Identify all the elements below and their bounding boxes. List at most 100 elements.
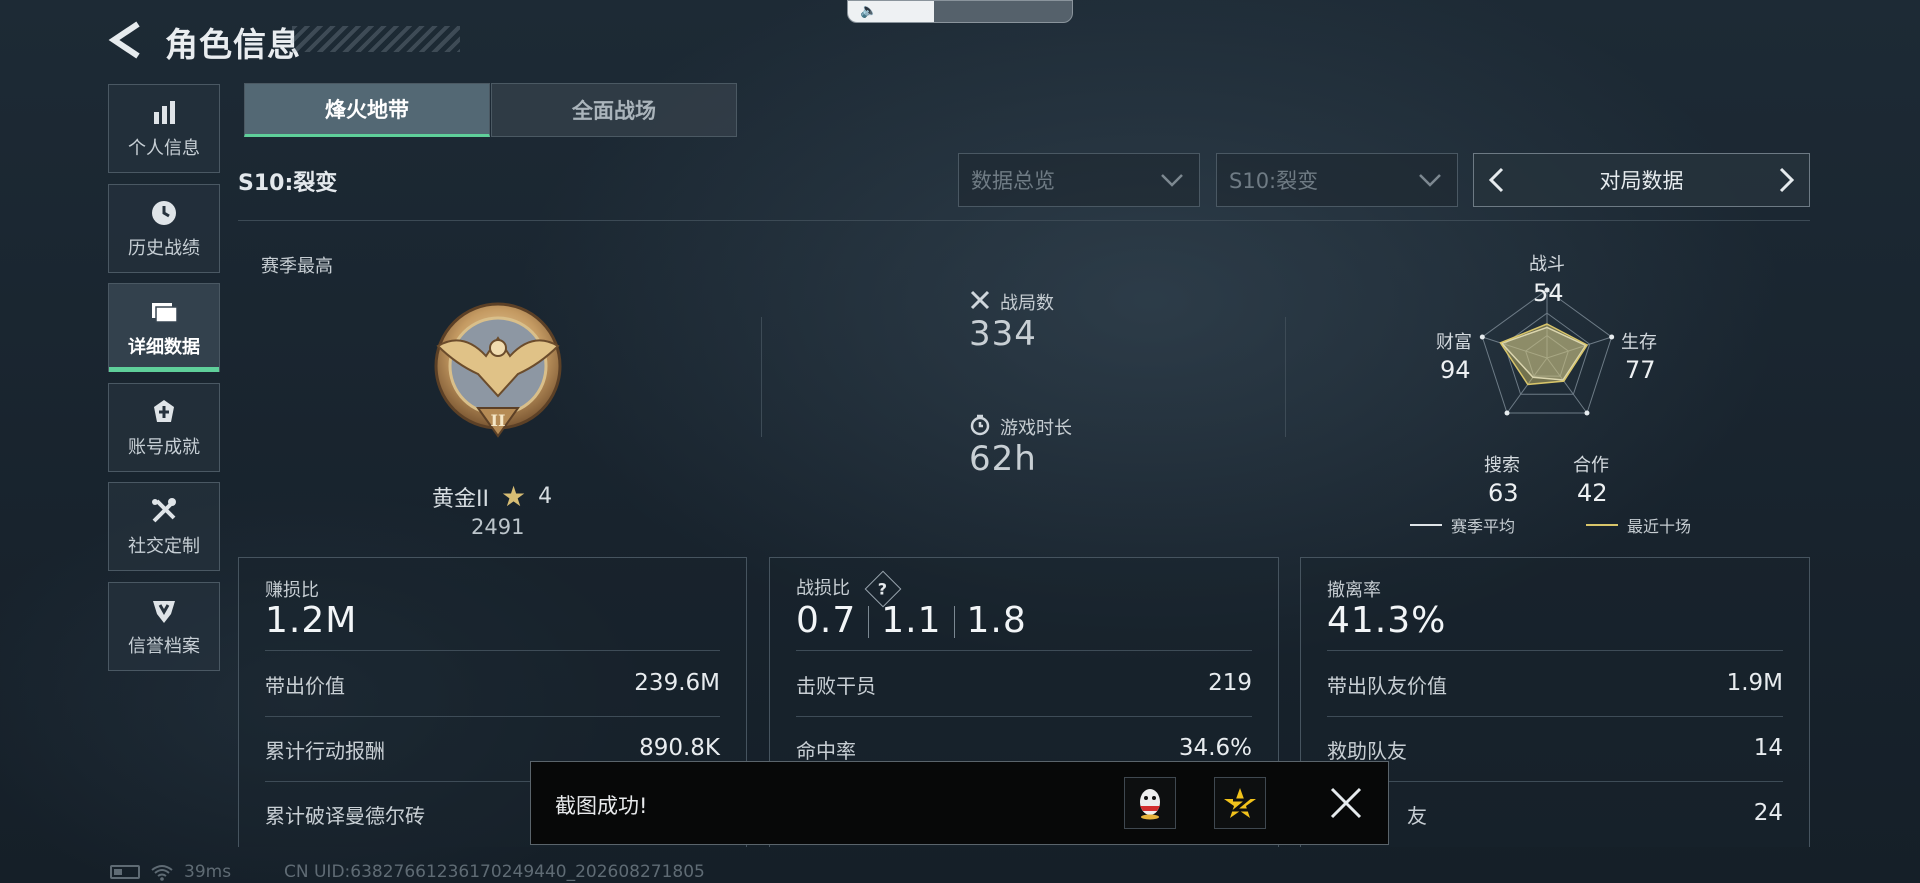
star-icon: ★ xyxy=(500,480,527,513)
status-bar: 39ms xyxy=(110,862,231,882)
tools-icon xyxy=(152,497,176,522)
chevron-right-icon[interactable] xyxy=(1773,167,1799,193)
back-arrow-icon[interactable] xyxy=(108,20,144,60)
radar-vertex xyxy=(1584,410,1590,416)
page-title: 角色信息 xyxy=(165,25,301,64)
season-dropdown[interactable]: S10:裂变 xyxy=(1216,153,1458,207)
radar-vertex xyxy=(1609,334,1615,340)
rank-stars: 4 xyxy=(538,484,553,509)
sidebar-item-history[interactable]: 历史战绩 xyxy=(108,184,220,273)
tab-hazard-zone[interactable]: 烽火地带 xyxy=(244,83,490,137)
card-title: 战损比 xyxy=(796,578,850,599)
divider xyxy=(1327,716,1783,717)
match-data-label: 对局数据 xyxy=(1599,169,1684,193)
crossed-swords-icon xyxy=(970,290,990,310)
wifi-icon xyxy=(151,865,173,881)
playtime-label: 游戏时长 xyxy=(1000,418,1072,439)
divider xyxy=(1285,317,1286,437)
volume-indicator: 🔈 xyxy=(847,0,1073,23)
row-value: 219 xyxy=(1208,670,1252,696)
divider xyxy=(238,220,1810,221)
radar-axis-label: 战斗 xyxy=(1529,254,1565,275)
chevron-left-icon[interactable] xyxy=(1484,167,1510,193)
sidebar-item-credit[interactable]: 信誉档案 xyxy=(108,582,220,671)
row-value: 239.6M xyxy=(634,670,720,696)
radar-axis-label: 合作 xyxy=(1573,455,1609,476)
divider xyxy=(265,716,720,717)
legend-swatch-recent-ten xyxy=(1586,524,1618,526)
row-key: 带出价值 xyxy=(265,674,345,698)
row-value: 890.8K xyxy=(639,735,720,761)
dropdown-value: S10:裂变 xyxy=(1229,169,1319,193)
table-row: 救助队友 14 xyxy=(1327,735,1783,764)
card-title-row: 战损比 ? xyxy=(796,570,902,608)
row-key: 累计行动报酬 xyxy=(265,739,385,763)
kd-value: 1.8 xyxy=(966,600,1027,641)
match-data-selector[interactable]: 对局数据 xyxy=(1473,153,1810,207)
sidebar-item-achievements[interactable]: 账号成就 xyxy=(108,383,220,472)
card-title: 撤离率 xyxy=(1327,580,1381,601)
matches-value: 334 xyxy=(969,314,1037,354)
rank-name: 黄金II xyxy=(432,486,489,512)
stopwatch-icon xyxy=(970,414,990,436)
dropdown-value: 数据总览 xyxy=(971,169,1055,193)
row-value: 1.9M xyxy=(1726,670,1783,696)
row-key: 带出队友价值 xyxy=(1327,674,1447,698)
card-main-value: 1.2M xyxy=(265,600,358,641)
radar-axis-label: 生存 xyxy=(1621,332,1657,353)
table-row: 命中率 34.6% xyxy=(796,735,1252,764)
divider xyxy=(868,606,870,638)
sidebar-item-label: 详细数据 xyxy=(128,336,200,358)
row-key: 命中率 xyxy=(796,739,856,763)
radar-axis-label: 搜索 xyxy=(1484,455,1520,476)
overview-dropdown[interactable]: 数据总览 xyxy=(958,153,1200,207)
radar-axis-value: 54 xyxy=(1533,279,1564,307)
table-row: 友 24 xyxy=(1327,800,1783,829)
help-glyph: ? xyxy=(878,579,888,599)
share-qzone-button[interactable] xyxy=(1214,777,1266,829)
season-label: S10:裂变 xyxy=(238,171,338,196)
table-row: 带出价值 239.6M xyxy=(265,670,720,699)
row-value: 24 xyxy=(1753,800,1783,826)
sidebar-item-label: 信誉档案 xyxy=(128,635,200,657)
close-icon[interactable] xyxy=(1329,786,1363,820)
share-qq-button[interactable] xyxy=(1124,777,1176,829)
badge-roman: II xyxy=(491,411,506,430)
card-title: 赚损比 xyxy=(265,580,319,601)
matches-label: 战局数 xyxy=(1000,293,1054,314)
table-row: 带出队友价值 1.9M xyxy=(1327,670,1783,699)
row-key: 累计破译曼德尔砖 xyxy=(265,804,425,828)
radar-axis-label: 财富 xyxy=(1436,332,1472,353)
radar-axis-value: 42 xyxy=(1577,479,1608,507)
sidebar-item-label: 个人信息 xyxy=(128,137,200,159)
divider xyxy=(1327,650,1783,651)
radar-vertex xyxy=(1479,334,1485,340)
divider xyxy=(953,606,955,638)
row-value: 34.6% xyxy=(1178,735,1252,761)
radar-vertex xyxy=(1504,410,1510,416)
playtime-value: 62h xyxy=(969,439,1037,479)
divider xyxy=(796,650,1252,651)
radar-axis-value: 63 xyxy=(1488,479,1519,507)
row-key: 击败干员 xyxy=(796,674,876,698)
rank-row: 黄金II ★ 4 xyxy=(432,480,552,513)
table-row: 累计行动报酬 890.8K xyxy=(265,735,720,764)
radar-axis-value: 77 xyxy=(1625,356,1656,384)
tab-full-battlefield[interactable]: 全面战场 xyxy=(491,83,737,137)
folder-icon xyxy=(152,302,178,323)
divider xyxy=(796,716,1252,717)
speaker-icon: 🔈 xyxy=(860,3,878,19)
sidebar-item-details[interactable]: 详细数据 xyxy=(108,283,220,372)
kd-values: 0.7 1.1 1.8 xyxy=(796,600,1027,641)
sidebar-item-label: 社交定制 xyxy=(128,535,200,557)
table-row: 击败干员 219 xyxy=(796,670,1252,699)
season-best-label: 赛季最高 xyxy=(261,256,333,277)
row-value: 14 xyxy=(1753,735,1783,761)
battery-icon xyxy=(110,865,140,879)
toast-message: 截图成功! xyxy=(555,794,648,818)
sidebar-item-social[interactable]: 社交定制 xyxy=(108,482,220,571)
gold-rank-badge-icon: II xyxy=(434,302,562,438)
sidebar-item-profile[interactable]: 个人信息 xyxy=(108,84,220,173)
divider xyxy=(761,317,762,437)
card-main-value: 41.3% xyxy=(1327,600,1447,641)
